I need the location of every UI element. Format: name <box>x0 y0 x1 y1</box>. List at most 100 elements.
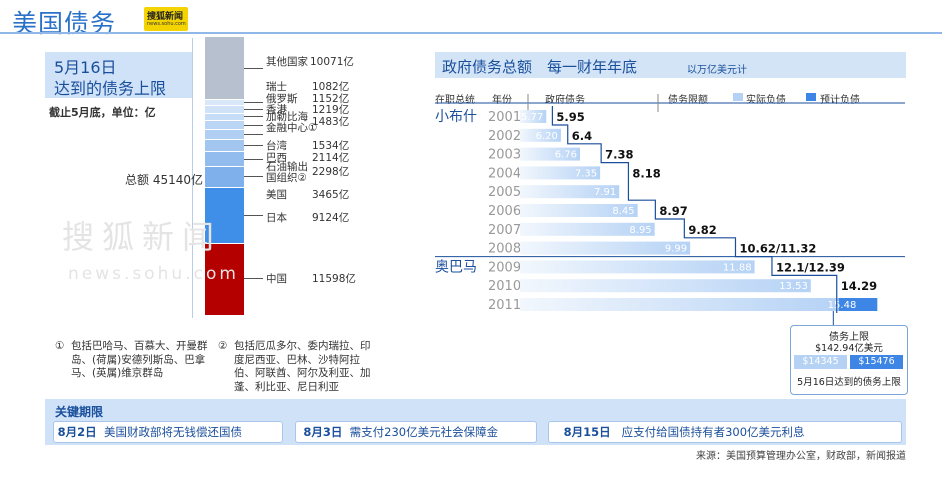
holder-tick <box>244 125 263 126</box>
page-title: 美国债务 <box>12 9 117 38</box>
key-deadline-3-text: 应支付给国债持有者300亿美元利息 <box>621 425 805 439</box>
holder-value: 9124亿 <box>312 212 350 224</box>
holder-tick <box>244 102 263 103</box>
limit-value-label: 8.18 <box>632 166 660 180</box>
logo-url: news.sohu.com <box>147 21 186 27</box>
holder-tick <box>244 215 263 216</box>
key-deadline-1: 8月2日 美国财政部将无钱偿还国债 <box>53 421 283 443</box>
holder-tick <box>244 159 263 160</box>
bar-value-label: 6.20 <box>536 131 558 142</box>
holder-value: 2114亿 <box>312 152 350 164</box>
limit-value-label: 7.38 <box>605 148 633 162</box>
holder-value: 1483亿 <box>312 116 350 128</box>
holder-segment <box>205 37 244 99</box>
key-deadline-2-text: 需支付230亿美元社会保障金 <box>349 425 499 439</box>
year-label: 2001 <box>488 110 521 125</box>
chart-title-bar: 政府债务总额 每一财年年底 以万亿美元计 <box>435 52 906 78</box>
holder-tick <box>244 134 263 135</box>
holder-value: 3465亿 <box>312 189 350 201</box>
key-deadline-3-date: 8月15日 <box>563 425 611 439</box>
holder-tick <box>244 278 263 279</box>
holder-value: 1534亿 <box>312 140 350 152</box>
bar-value-label: 6.76 <box>555 150 577 161</box>
holder-name: 金融中心① <box>266 122 318 134</box>
key-deadline-2-date: 8月3日 <box>303 425 343 439</box>
bar-value-label: 7.91 <box>594 187 616 198</box>
bar-value-label: 7.35 <box>575 168 597 179</box>
president-label-obama: 奥巴马 <box>435 258 477 275</box>
total-label: 总额 45140亿 <box>125 173 203 187</box>
year-label: 2004 <box>488 166 521 181</box>
key-deadlines-title: 关键期限 <box>55 405 104 419</box>
bar-value-label: 11.88 <box>723 262 752 273</box>
bar-value-label: 8.95 <box>629 225 651 236</box>
holder-name: 国组织② <box>266 172 307 184</box>
bar-value-label: 9.99 <box>665 244 687 255</box>
footnote-1-text: 包括巴哈马、百慕大、开曼群岛、(荷属)安德列斯岛、巴拿马、(英属)维京群岛 <box>71 340 208 379</box>
key-deadline-1-text: 美国财政部将无钱偿还国债 <box>103 425 242 439</box>
as-of-note: 截止5月底，单位：亿 <box>49 106 156 119</box>
actual-bar <box>520 298 839 311</box>
key-deadline-3: 8月15日 应支付给国债持有者300亿美元利息 <box>548 421 902 443</box>
holder-tick <box>244 116 263 117</box>
key-deadline-1-date: 8月2日 <box>57 425 97 439</box>
holder-value: 2298亿 <box>312 166 350 178</box>
cap-amount: $142.94亿美元 <box>815 343 883 354</box>
footnote-2-text: 包括厄瓜多尔、委内瑞拉、印度尼西亚、巴林、沙特阿拉伯、阿联酋、阿尔及利亚、加蓬、… <box>234 340 371 393</box>
holder-tick <box>244 145 263 146</box>
footnote-1: ① 包括巴哈马、百慕大、开曼群岛、(荷属)安德列斯岛、巴拿马、(英属)维京群岛 <box>55 340 215 396</box>
year-label: 2005 <box>488 185 521 200</box>
footnote-2-marker: ② <box>218 340 228 352</box>
holder-tick <box>244 109 263 110</box>
year-label: 2002 <box>488 129 521 144</box>
holder-segment <box>205 151 244 167</box>
watermark-text: 搜狐新闻 <box>62 218 223 256</box>
year-label: 2007 <box>488 223 521 238</box>
bar-value-label: 8.45 <box>612 206 634 217</box>
year-label: 2011 <box>488 298 521 313</box>
holder-value: 1219亿 <box>312 104 350 116</box>
deadline-text: 达到的债务上限 <box>54 79 167 98</box>
cap-caption: 5月16日达到的债务上限 <box>797 377 901 388</box>
bar-value-label: 15.48 <box>828 300 857 311</box>
limit-value-label: 10.62/11.32 <box>739 242 816 256</box>
deadline-box: 5月16日 达到的债务上限 <box>45 52 192 98</box>
header-divider <box>0 32 942 34</box>
year-label: 2006 <box>488 204 521 219</box>
cap-right-value: $15476 <box>850 355 903 369</box>
holder-name: 瑞士 <box>266 81 287 93</box>
holder-value: 10071亿 <box>310 56 354 68</box>
president-label-bush: 小布什 <box>435 109 477 125</box>
watermark-url: news.sohu.com <box>68 264 239 284</box>
limit-value-label: 6.4 <box>572 129 592 143</box>
debt-cap-box: 债务上限 $142.94亿美元 $14345 $15476 5月16日达到的债务… <box>790 325 908 395</box>
limit-value-label: 8.97 <box>659 204 687 218</box>
bar-value-label: 5.77 <box>521 112 543 123</box>
footnote-2: ② 包括厄瓜多尔、委内瑞拉、印度尼西亚、巴林、沙特阿拉伯、阿联酋、阿尔及利亚、加… <box>218 340 378 396</box>
holder-name: 台湾 <box>266 140 287 152</box>
chart-unit: 以万亿美元计 <box>687 65 747 76</box>
holder-value: 1082亿 <box>312 81 350 93</box>
year-label: 2009 <box>488 260 521 275</box>
holder-segment <box>205 138 244 153</box>
year-label: 2008 <box>488 242 521 257</box>
holder-tick <box>244 176 263 177</box>
holder-name: 中国 <box>266 273 287 285</box>
year-label: 2010 <box>488 279 521 294</box>
year-label: 2003 <box>488 148 521 163</box>
limit-value-label: 14.29 <box>841 279 877 293</box>
chart-title: 政府债务总额 每一财年年底 <box>442 58 638 76</box>
sohu-news-logo: 搜狐新闻 news.sohu.com <box>144 7 188 31</box>
actual-bar <box>520 279 811 293</box>
footnote-1-marker: ① <box>55 340 65 352</box>
holder-segment <box>205 165 244 188</box>
limit-value-label: 12.1/12.39 <box>776 260 845 274</box>
limit-value-label: 9.82 <box>688 223 716 237</box>
holder-tick <box>244 68 263 69</box>
holder-name: 其他国家 <box>266 56 308 68</box>
actual-bar <box>520 260 755 274</box>
key-deadline-2: 8月3日 需支付230亿美元社会保障金 <box>295 421 537 443</box>
holder-name: 美国 <box>266 189 287 201</box>
cap-left-value: $14345 <box>794 355 847 369</box>
limit-value-label: 5.95 <box>556 110 584 124</box>
